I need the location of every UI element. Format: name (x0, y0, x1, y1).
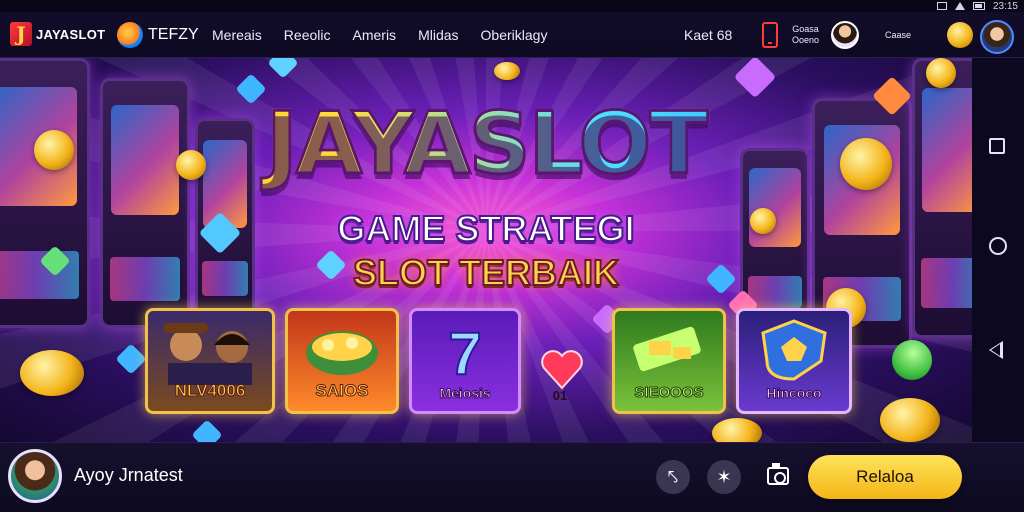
treasure-icon (306, 331, 378, 375)
game-card-1[interactable]: NLV4006 (145, 308, 275, 414)
jayaslot-logo[interactable]: J JAYASLOT (10, 22, 105, 46)
partner-brand[interactable]: TEFZY (117, 22, 199, 48)
app-root: 23:15 J JAYASLOT TEFZY Mereais Reeolic A… (0, 0, 1024, 512)
main-nav: Mereais Reeolic Ameris Mlidas Oberiklagy (212, 12, 558, 58)
status-bar: 23:15 (0, 0, 1024, 12)
profile-avatar[interactable] (831, 21, 860, 49)
game-card-label: NLV4006 (174, 381, 246, 401)
phone-icon[interactable] (762, 22, 778, 48)
game-card-label: SIEOOOS (634, 384, 704, 402)
hero-subtitle-line2: SLOT TERBAIK (352, 251, 620, 294)
players-icon (164, 323, 252, 385)
coin-decoration (712, 418, 762, 442)
cta-button[interactable]: Relaloa (808, 455, 962, 499)
refresh-icon[interactable]: ⤣ (656, 460, 690, 494)
shield-icon (761, 319, 827, 381)
nav-item-2[interactable]: Reeolic (273, 12, 342, 58)
coin-decoration (880, 398, 940, 442)
stake-label[interactable]: Kaet 68 (684, 27, 754, 43)
battery-icon (972, 2, 985, 10)
game-card-4[interactable]: SIEOOOS (612, 308, 726, 414)
logo-mark: J (10, 22, 32, 46)
user-name: Ayoy Jrnatest (74, 465, 183, 485)
nav-item-1[interactable]: Mereais (212, 12, 273, 58)
game-card-2[interactable]: SAIOS (285, 308, 399, 414)
coin-decoration (20, 350, 84, 396)
logo-text: JAYASLOT (36, 26, 106, 42)
coin-decoration (926, 58, 956, 88)
camera-icon[interactable] (767, 463, 789, 485)
partner-brand-text: TEFZY (148, 26, 199, 43)
heart-icon (541, 350, 583, 390)
square-icon (936, 2, 947, 10)
status-time: 23:15 (992, 0, 1018, 12)
game-cards-right: SIEOOOS Hincoco (612, 308, 852, 414)
bottom-bar: Ayoy Jrnatest ⤣ ✶ Relaloa (0, 442, 1024, 512)
partner-logo-icon (117, 22, 143, 48)
game-card-label: SAIOS (315, 381, 369, 401)
tools-icon[interactable]: ✶ (707, 460, 741, 494)
game-cards: NLV4006 SAIOS 7 Meiosis (145, 308, 521, 414)
hero-subtitle-line1: GAME STRATEGI (336, 207, 635, 250)
game-card-5[interactable]: Hincoco (736, 308, 852, 414)
game-card-3[interactable]: 7 Meiosis (409, 308, 521, 414)
nav-item-5[interactable]: Oberiklagy (470, 12, 559, 58)
android-nav-bar (972, 58, 1024, 442)
back-icon[interactable] (989, 341, 1003, 359)
hero-title: JAYASLOT (0, 93, 972, 196)
mini-label-3[interactable]: Caase (885, 30, 911, 41)
mini-label-1: Goasa (792, 24, 819, 34)
user-avatar-top[interactable] (980, 20, 1014, 54)
game-card-label: Meiosis (439, 385, 491, 402)
hero-banner[interactable]: JAYASLOT GAME STRATEGI SLOT TERBAIK NLV4… (0, 58, 972, 442)
game-card-label: Hincoco (766, 385, 822, 402)
coin-decoration (494, 62, 520, 80)
home-icon[interactable] (989, 237, 1007, 255)
top-navbar: J JAYASLOT TEFZY Mereais Reeolic Ameris … (0, 12, 1024, 58)
contact-labels[interactable]: Goasa Ooeno (792, 24, 819, 46)
mini-label-2: Ooeno (792, 35, 820, 45)
user-avatar[interactable] (8, 449, 62, 503)
cash-icon (633, 326, 701, 372)
coin-icon[interactable] (947, 22, 974, 48)
recent-apps-icon[interactable] (989, 138, 1005, 154)
nav-item-3[interactable]: Ameris (342, 12, 408, 58)
alert-triangle-icon (954, 2, 965, 10)
heart-label: 01 (552, 388, 568, 403)
seven-symbol: 7 (447, 319, 482, 388)
nav-item-4[interactable]: Mlidas (407, 12, 469, 58)
account-area: Kaet 68 Goasa Ooeno Caase (684, 12, 974, 58)
